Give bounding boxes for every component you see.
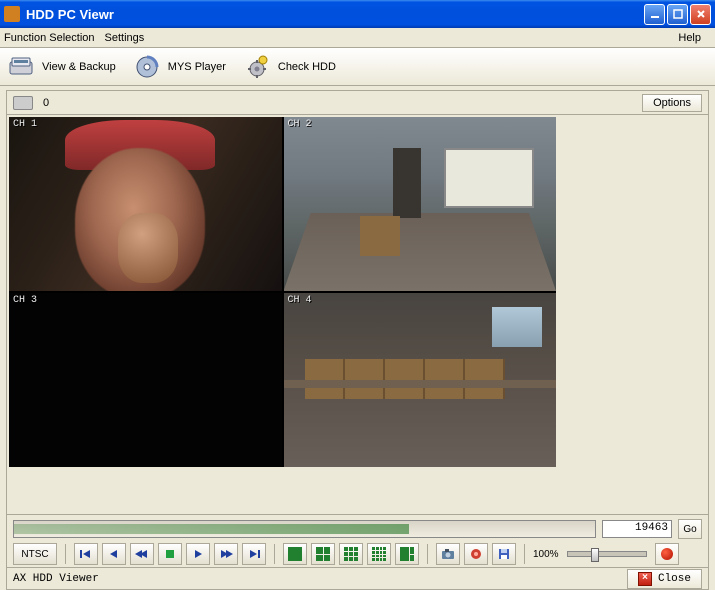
format-indicator: NTSC bbox=[13, 543, 57, 565]
window-title: HDD PC Viewr bbox=[26, 7, 644, 22]
seek-progress bbox=[14, 524, 409, 534]
step-back-button[interactable] bbox=[102, 543, 126, 565]
save-button[interactable] bbox=[492, 543, 516, 565]
fast-forward-end-button[interactable] bbox=[242, 543, 266, 565]
mys-player-button[interactable]: MYS Player bbox=[134, 54, 226, 80]
disk-icon bbox=[13, 96, 33, 110]
layout-2x2-button[interactable] bbox=[311, 543, 335, 565]
view-and-backup-button[interactable]: View & Backup bbox=[8, 54, 116, 80]
layout-custom-button[interactable] bbox=[395, 543, 419, 565]
camera-2-label: CH 2 bbox=[288, 119, 312, 130]
step-fwd-button[interactable] bbox=[214, 543, 238, 565]
menu-settings[interactable]: Settings bbox=[105, 32, 145, 44]
camera-3-feed[interactable]: CH 3 bbox=[9, 293, 282, 467]
slider-thumb[interactable] bbox=[591, 548, 599, 562]
disk-count: 0 bbox=[43, 97, 642, 109]
close-label: Close bbox=[658, 573, 691, 585]
camera-4-label: CH 4 bbox=[288, 295, 312, 306]
menu-bar: Function Selection Settings Help bbox=[0, 28, 715, 48]
scanner-icon bbox=[8, 54, 34, 80]
close-icon: × bbox=[638, 572, 652, 586]
options-button[interactable]: Options bbox=[642, 94, 702, 112]
menu-function-selection[interactable]: Function Selection bbox=[4, 32, 95, 44]
check-hdd-label: Check HDD bbox=[278, 61, 336, 73]
camera-1-label: CH 1 bbox=[13, 119, 37, 130]
view-backup-label: View & Backup bbox=[42, 61, 116, 73]
layout-1x1-button[interactable] bbox=[283, 543, 307, 565]
camera-2-feed[interactable]: CH 2 bbox=[284, 117, 557, 291]
mys-player-label: MYS Player bbox=[168, 61, 226, 73]
stop-button[interactable] bbox=[158, 543, 182, 565]
info-strip: 0 Options bbox=[7, 91, 708, 115]
playback-controls: 19463 Go NTSC bbox=[7, 514, 708, 567]
play-button[interactable] bbox=[186, 543, 210, 565]
title-bar: HDD PC Viewr bbox=[0, 0, 715, 28]
layout-4x4-button[interactable] bbox=[367, 543, 391, 565]
check-hdd-button[interactable]: Check HDD bbox=[244, 54, 336, 80]
zoom-label: 100% bbox=[533, 549, 559, 560]
play-reverse-button[interactable] bbox=[130, 543, 154, 565]
zoom-slider[interactable] bbox=[567, 551, 647, 557]
camera-3-label: CH 3 bbox=[13, 295, 37, 306]
layout-3x3-button[interactable] bbox=[339, 543, 363, 565]
minimize-button[interactable] bbox=[644, 4, 665, 25]
status-bar: AX HDD Viewer × Close bbox=[7, 567, 708, 589]
go-button[interactable]: Go bbox=[678, 519, 702, 539]
record-button[interactable] bbox=[655, 543, 679, 565]
close-button[interactable]: × Close bbox=[627, 569, 702, 589]
toolbar: View & Backup MYS Player Check HDD bbox=[0, 48, 715, 86]
disc-icon bbox=[134, 54, 160, 80]
rewind-start-button[interactable] bbox=[74, 543, 98, 565]
seek-bar[interactable] bbox=[13, 520, 596, 538]
frame-counter[interactable]: 19463 bbox=[602, 520, 672, 538]
camera-4-feed[interactable]: CH 4 bbox=[284, 293, 557, 467]
menu-help[interactable]: Help bbox=[678, 32, 701, 44]
camera-1-feed[interactable]: CH 1 bbox=[9, 117, 282, 291]
camera-grid: CH 1 CH 2 CH 3 CH 4 bbox=[9, 117, 556, 467]
record-icon bbox=[661, 548, 673, 560]
snapshot-button[interactable] bbox=[436, 543, 460, 565]
maximize-button[interactable] bbox=[667, 4, 688, 25]
window-close-button[interactable] bbox=[690, 4, 711, 25]
main-panel: 0 Options CH 1 CH 2 CH 3 bbox=[6, 90, 709, 590]
status-text: AX HDD Viewer bbox=[13, 573, 627, 585]
audio-button[interactable] bbox=[464, 543, 488, 565]
gear-icon bbox=[244, 54, 270, 80]
video-area: CH 1 CH 2 CH 3 CH 4 bbox=[7, 115, 708, 514]
app-icon bbox=[4, 6, 20, 22]
